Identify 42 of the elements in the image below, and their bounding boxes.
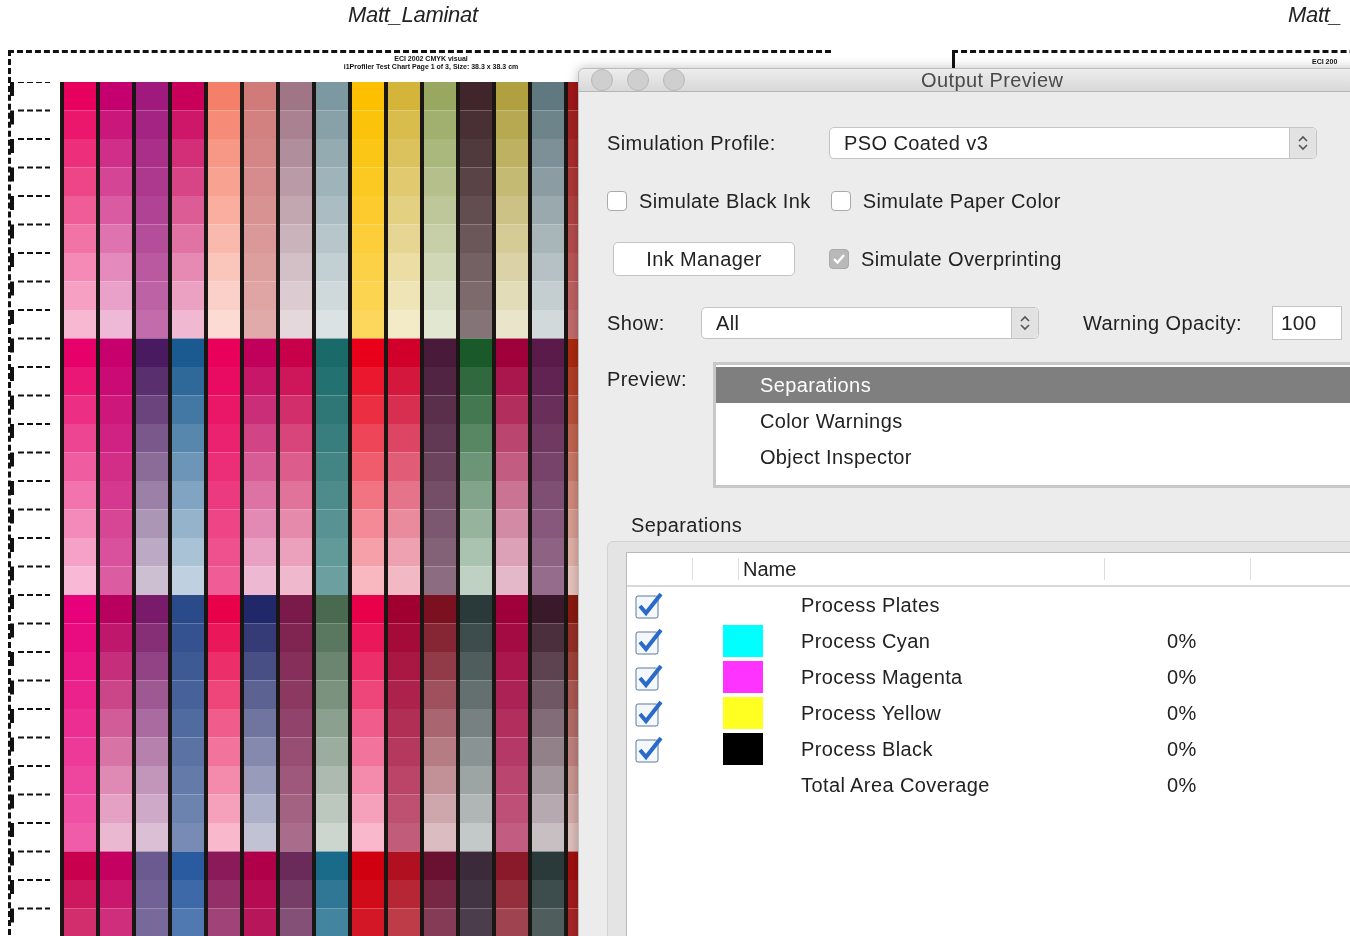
minimize-button[interactable] bbox=[627, 69, 649, 91]
list-item[interactable]: Separations bbox=[715, 367, 1350, 403]
coverage-value: 0% bbox=[1167, 629, 1198, 653]
separation-name: Total Area Coverage bbox=[801, 773, 991, 797]
checkbox[interactable] bbox=[635, 699, 663, 727]
field-label: Show: bbox=[607, 311, 666, 335]
show-select[interactable]: All bbox=[701, 307, 1039, 339]
coverage-value: 0% bbox=[1167, 665, 1198, 689]
group-title: Separations bbox=[631, 514, 744, 537]
checkbox[interactable] bbox=[635, 663, 663, 691]
separation-name: Process Yellow bbox=[801, 701, 943, 725]
page-title: Matt_ bbox=[1288, 2, 1342, 28]
checkbox[interactable] bbox=[830, 191, 851, 211]
separation-name: Process Cyan bbox=[801, 629, 932, 653]
checkbox[interactable] bbox=[635, 627, 663, 655]
profile-select[interactable]: PSO Coated v3 bbox=[829, 127, 1317, 159]
window-title: Output Preview bbox=[921, 68, 1064, 92]
separation-name: Process Black bbox=[801, 737, 934, 761]
field-label: Warning Opacity: bbox=[1083, 311, 1243, 335]
checkbox[interactable] bbox=[635, 735, 663, 763]
separation-name: Process Magenta bbox=[801, 665, 964, 689]
field-label: Preview: bbox=[607, 368, 687, 391]
list-item[interactable]: Color Warnings bbox=[715, 403, 1350, 439]
coverage-value: 0% bbox=[1167, 701, 1198, 725]
coverage-value: 0% bbox=[1167, 773, 1198, 797]
checkbox[interactable] bbox=[635, 591, 663, 619]
page-title: Matt_Laminat bbox=[348, 2, 478, 28]
ink-manager-button[interactable]: Ink Manager bbox=[613, 242, 795, 276]
checkbox-label: Simulate Black Ink bbox=[639, 189, 811, 213]
opacity-field[interactable]: 100 bbox=[1272, 306, 1343, 340]
close-button[interactable] bbox=[591, 69, 613, 91]
column-header[interactable]: Name bbox=[739, 558, 1105, 580]
stepper-icon bbox=[1298, 134, 1308, 152]
checkbox-label: Simulate Paper Color bbox=[862, 189, 1061, 213]
list-item[interactable]: Object Inspector bbox=[715, 439, 1350, 475]
field-label: Simulation Profile: bbox=[607, 131, 777, 155]
zoom-button[interactable] bbox=[663, 69, 685, 91]
checkbox[interactable] bbox=[607, 191, 627, 211]
checkbox-label: Simulate Overprinting bbox=[861, 247, 1062, 271]
coverage-value: 0% bbox=[1167, 737, 1198, 761]
stepper-icon bbox=[1020, 314, 1030, 332]
separation-name: Process Plates bbox=[801, 593, 941, 617]
